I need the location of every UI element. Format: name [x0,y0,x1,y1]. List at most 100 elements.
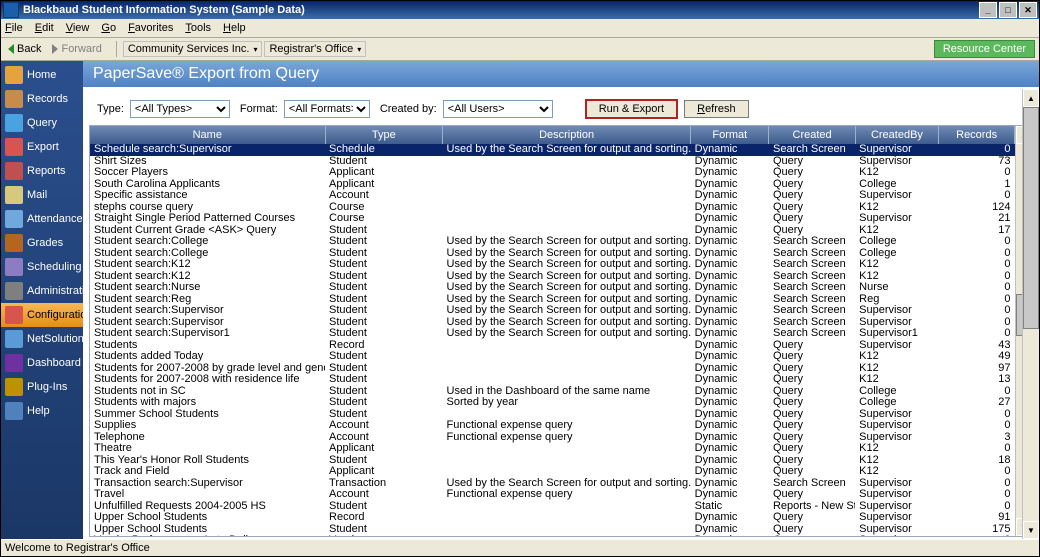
netsolutions-icon [5,330,23,348]
table-row[interactable]: Track and FieldApplicantDynamicQueryK120 [90,466,1015,478]
table-row[interactable]: Students not in SCStudentUsed in the Das… [90,386,1015,398]
arrow-right-icon [52,44,58,54]
refresh-button[interactable]: Refresh [684,100,749,118]
table-row[interactable]: Specific assistanceAccountDynamicQuerySu… [90,190,1015,202]
col-created[interactable]: Created [769,126,855,144]
table-row[interactable]: Students added TodayStudentDynamicQueryK… [90,351,1015,363]
sidebar-item-attendance[interactable]: Attendance [1,207,83,231]
app-window: Blackbaud Student Information System (Sa… [0,0,1040,557]
grid: NameTypeDescriptionFormatCreatedCreatedB… [89,125,1033,537]
query-table: NameTypeDescriptionFormatCreatedCreatedB… [90,126,1015,536]
main: PaperSave® Export from Query Type: <All … [83,61,1039,539]
sidebar-item-records[interactable]: Records [1,87,83,111]
table-row[interactable]: Schedule search:SupervisorScheduleUsed b… [90,144,1015,156]
sidebar-item-dashboard[interactable]: Dashboard [1,351,83,375]
run-export-button[interactable]: Run & Export [585,99,678,119]
format-label: Format: [240,103,278,115]
scroll-thumb[interactable] [1023,107,1039,329]
table-row[interactable]: This Year's Honor Roll StudentsStudentDy… [90,455,1015,467]
table-row[interactable]: Student search:K12StudentUsed by the Sea… [90,259,1015,271]
sidebar-item-mail[interactable]: Mail [1,183,83,207]
sidebar-item-configuration[interactable]: Configuration [1,303,83,327]
sidebar-item-label: NetSolutions [27,333,89,345]
scroll-up-icon[interactable]: ▲ [1023,89,1039,107]
table-row[interactable]: TheatreApplicantDynamicQueryK120 [90,443,1015,455]
table-row[interactable]: Students for 2007-2008 by grade level an… [90,363,1015,375]
format-select[interactable]: <All Formats> [284,100,370,118]
resource-center-button[interactable]: Resource Center [934,40,1035,58]
table-row[interactable]: Students with majorsStudentSorted by yea… [90,397,1015,409]
breadcrumb-item[interactable]: Community Services Inc.▾ [123,41,263,57]
menu-view[interactable]: View [66,22,90,34]
col-createdby[interactable]: CreatedBy [855,126,939,144]
breadcrumb-item[interactable]: Registrar's Office▾ [264,41,366,57]
col-format[interactable]: Format [691,126,769,144]
table-row[interactable]: Upper School StudentsRecordDynamicQueryS… [90,512,1015,524]
attendance-icon [5,210,23,228]
table-row[interactable]: Shirt SizesStudentDynamicQuerySupervisor… [90,156,1015,168]
minimize-button[interactable]: _ [979,2,997,18]
forward-button[interactable]: Forward [49,43,101,55]
back-button[interactable]: Back [5,43,41,55]
table-row[interactable]: Student search:Supervisor1StudentUsed by… [90,328,1015,340]
table-row[interactable]: South Carolina ApplicantsApplicantDynami… [90,179,1015,191]
sidebar-item-netsolutions[interactable]: NetSolutions [1,327,83,351]
query-icon [5,114,23,132]
sidebar-item-label: Help [27,405,50,417]
menu-go[interactable]: Go [101,22,116,34]
table-row[interactable]: Student search:NurseStudentUsed by the S… [90,282,1015,294]
menu-edit[interactable]: Edit [35,22,54,34]
table-row[interactable]: SuppliesAccountFunctional expense queryD… [90,420,1015,432]
type-select[interactable]: <All Types> [130,100,230,118]
toolbar: Back Forward Community Services Inc.▾Reg… [1,38,1039,61]
sidebar-item-help[interactable]: Help [1,399,83,423]
col-description[interactable]: Description [443,126,691,144]
sidebar-item-reports[interactable]: Reports [1,159,83,183]
sidebar-item-plug-ins[interactable]: Plug-Ins [1,375,83,399]
scroll-down-icon[interactable]: ▼ [1023,521,1039,539]
table-row[interactable]: Student search:SupervisorStudentUsed by … [90,305,1015,317]
page-scrollbar[interactable]: ▲ ▼ [1022,89,1039,539]
close-button[interactable]: ✕ [1019,2,1037,18]
col-type[interactable]: Type [325,126,443,144]
table-row[interactable]: Upper School StudentsStudentDynamicQuery… [90,524,1015,536]
table-row[interactable]: TravelAccountFunctional expense queryDyn… [90,489,1015,501]
titlebar: Blackbaud Student Information System (Sa… [1,1,1039,19]
sidebar-item-scheduling[interactable]: Scheduling [1,255,83,279]
table-row[interactable]: stephs course queryCourseDynamicQueryK12… [90,202,1015,214]
table-row[interactable]: Soccer PlayersApplicantDynamicQueryK120 [90,167,1015,179]
table-row[interactable]: Student search:K12StudentUsed by the Sea… [90,271,1015,283]
table-row[interactable]: Student search:RegStudentUsed by the Sea… [90,294,1015,306]
menu-favorites[interactable]: Favorites [128,22,173,34]
maximize-button[interactable]: □ [999,2,1017,18]
sidebar-item-export[interactable]: Export [1,135,83,159]
table-row[interactable]: Student search:CollegeStudentUsed by the… [90,248,1015,260]
table-row[interactable]: Summer School StudentsStudentDynamicQuer… [90,409,1015,421]
sidebar-item-grades[interactable]: Grades [1,231,83,255]
col-name[interactable]: Name [90,126,325,144]
sidebar-item-home[interactable]: Home [1,63,83,87]
sidebar-item-label: Reports [27,165,66,177]
menu-help[interactable]: Help [223,22,246,34]
col-records[interactable]: Records [939,126,1015,144]
table-row[interactable]: StudentsRecordDynamicQuerySupervisor43 [90,340,1015,352]
sidebar-item-administration[interactable]: Administration [1,279,83,303]
table-row[interactable]: Unfulfilled Requests 2004-2005 HSStudent… [90,501,1015,513]
table-row[interactable]: Vendor Performance - Late DeliveryVendor… [90,535,1015,536]
table-row[interactable]: Student Current Grade <ASK> QueryStudent… [90,225,1015,237]
menu-file[interactable]: File [5,22,23,34]
table-row[interactable]: Student search:CollegeStudentUsed by the… [90,236,1015,248]
sidebar-item-label: Dashboard [27,357,81,369]
sidebar-item-query[interactable]: Query [1,111,83,135]
grades-icon [5,234,23,252]
menu-tools[interactable]: Tools [185,22,211,34]
table-row[interactable]: Straight Single Period Patterned Courses… [90,213,1015,225]
table-row[interactable]: Transaction search:SupervisorTransaction… [90,478,1015,490]
records-icon [5,90,23,108]
table-row[interactable]: TelephoneAccountFunctional expense query… [90,432,1015,444]
table-row[interactable]: Student search:SupervisorStudentUsed by … [90,317,1015,329]
table-row[interactable]: Students for 2007-2008 with residence li… [90,374,1015,386]
administration-icon [5,282,23,300]
createdby-select[interactable]: <All Users> [443,100,553,118]
sidebar-item-label: Export [27,141,59,153]
